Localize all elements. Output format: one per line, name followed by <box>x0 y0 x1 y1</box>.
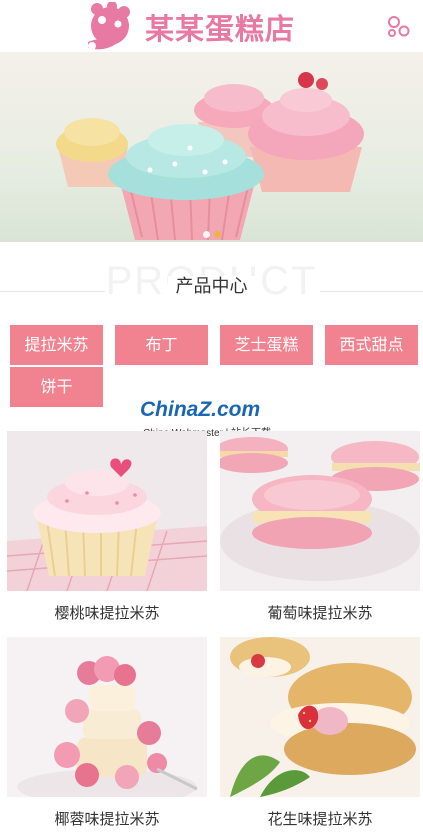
product-image <box>7 431 207 591</box>
watermark-main: ChinaZ.com <box>140 398 261 421</box>
product-name: 樱桃味提拉米苏 <box>7 591 207 636</box>
category-biscuit[interactable]: 饼干 <box>10 367 103 407</box>
banner-pagination <box>203 231 221 238</box>
header: 某某蛋糕店 <box>0 0 423 52</box>
product-image <box>220 637 420 797</box>
category-pudding[interactable]: 布丁 <box>115 325 208 365</box>
rose-cake-image <box>7 637 207 797</box>
product-name: 椰蓉味提拉米苏 <box>7 797 207 832</box>
category-tiramisu[interactable]: 提拉米苏 <box>10 325 103 365</box>
category-western-dessert[interactable]: 西式甜点 <box>325 325 418 365</box>
circles-menu-icon[interactable] <box>384 12 414 42</box>
cherry-cupcake-image <box>7 431 207 591</box>
cream-puff-image <box>220 637 420 797</box>
category-cheesecake[interactable]: 芝士蛋糕 <box>220 325 313 365</box>
product-card[interactable]: 樱桃味提拉米苏 <box>7 431 207 636</box>
section-title-text: 产品中心 <box>167 276 256 297</box>
hero-banner[interactable] <box>0 52 423 242</box>
banner-dot-1[interactable] <box>203 231 210 238</box>
cupcakes-banner-image <box>0 52 423 242</box>
product-image <box>220 431 420 591</box>
product-name: 花生味提拉米苏 <box>220 797 420 832</box>
product-card[interactable]: 葡萄味提拉米苏 <box>220 431 420 636</box>
brand-title: 某某蛋糕店 <box>145 12 296 46</box>
product-image <box>7 637 207 797</box>
product-section-header: PRODUCT 产品中心 <box>0 255 423 315</box>
banner-dot-2[interactable] <box>214 231 221 238</box>
product-name: 葡萄味提拉米苏 <box>220 591 420 636</box>
section-title: 产品中心 <box>0 272 423 298</box>
macaron-image <box>220 431 420 591</box>
product-card[interactable]: 椰蓉味提拉米苏 <box>7 637 207 832</box>
product-card[interactable]: 花生味提拉米苏 <box>220 637 420 832</box>
cupcake-logo-icon[interactable] <box>80 2 138 52</box>
